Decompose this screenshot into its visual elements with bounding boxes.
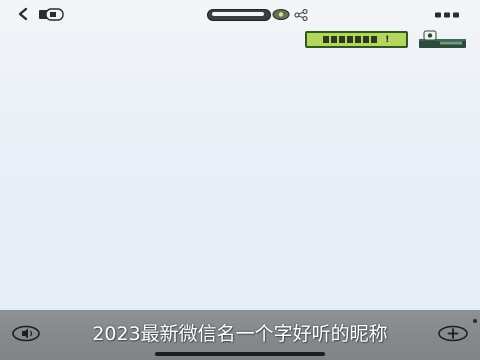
banner-action-button[interactable]: ! (305, 31, 408, 48)
page-background: ! 2023最新微信名一个字好听的昵称 (0, 0, 480, 360)
reader-icon[interactable] (272, 9, 290, 20)
add-icon[interactable] (437, 325, 469, 342)
more-icon[interactable] (435, 12, 459, 18)
pages-icon[interactable] (36, 8, 66, 21)
banner-label-suffix: ! (385, 34, 390, 45)
caption-text: 2023最新微信名一个字好听的昵称 (92, 323, 388, 345)
home-indicator[interactable] (155, 352, 325, 356)
top-toolbar (0, 0, 480, 28)
address-bar[interactable] (207, 9, 271, 21)
chevron-left-icon[interactable] (16, 7, 30, 21)
share-icon[interactable] (294, 9, 308, 21)
banner-label-graphic (323, 36, 380, 43)
address-bar-fill (212, 12, 264, 16)
logo-badge-icon (419, 30, 466, 48)
status-dot (473, 319, 477, 323)
